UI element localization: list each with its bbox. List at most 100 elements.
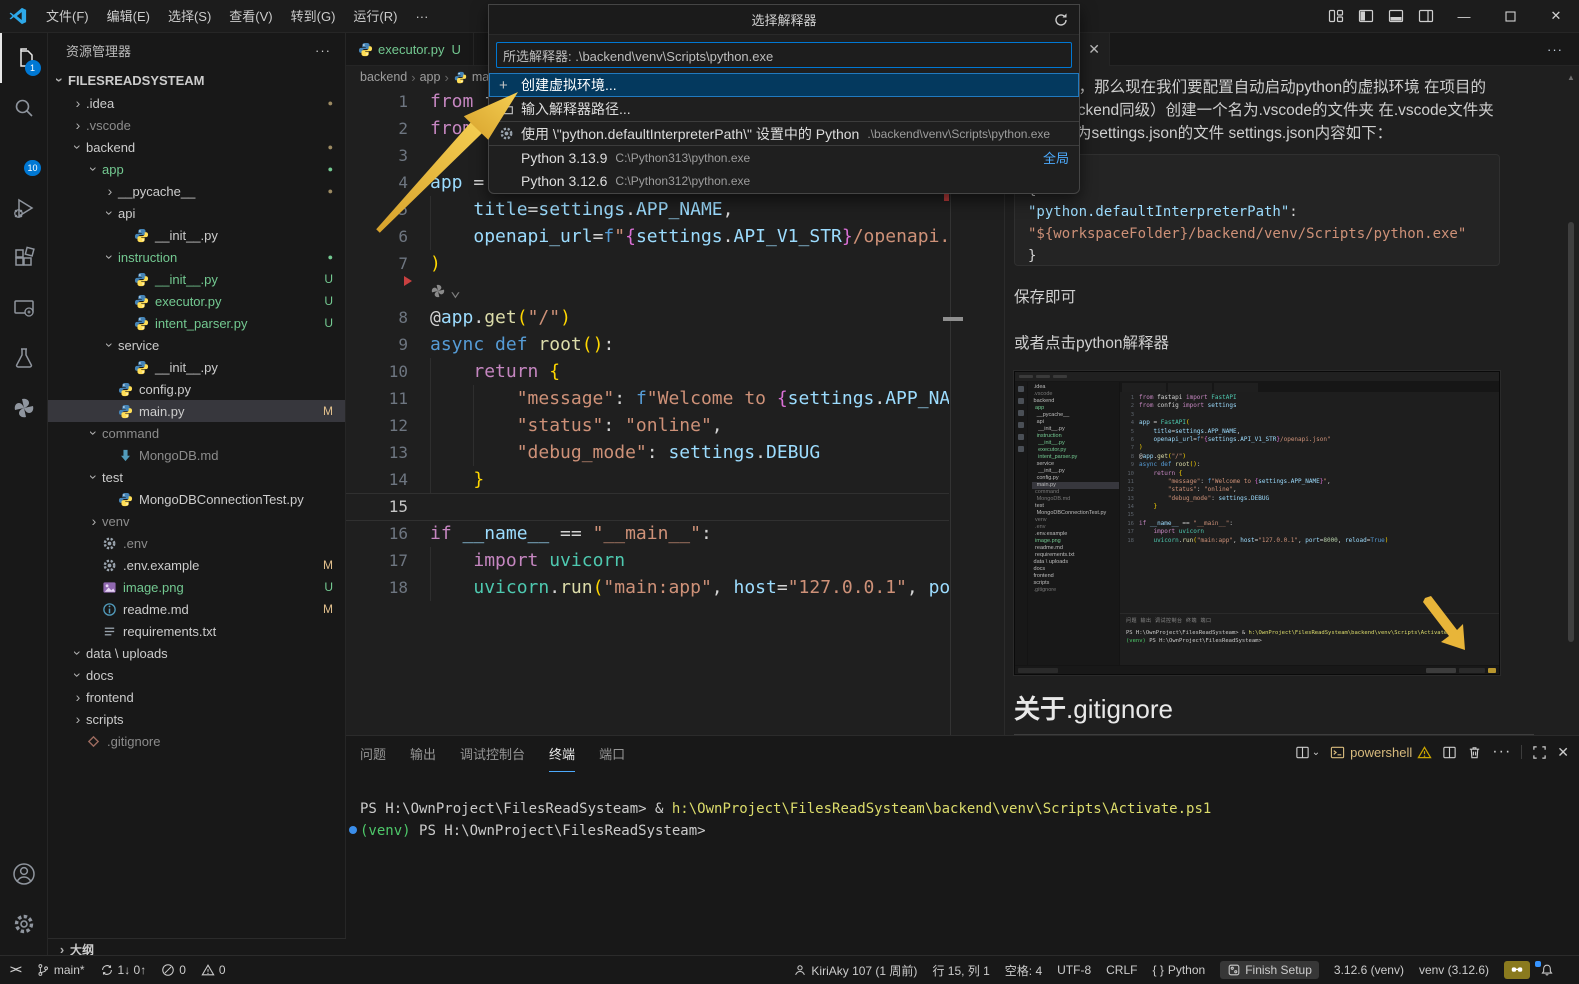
status-item-right-3[interactable]: UTF-8 (1057, 963, 1091, 977)
run-debug-icon[interactable] (0, 183, 48, 233)
search-icon[interactable] (0, 83, 48, 133)
remote-explorer-icon[interactable] (0, 283, 48, 333)
tab-executor-py[interactable]: executor.py U (346, 33, 474, 65)
status-item-right-10[interactable] (1540, 963, 1554, 977)
tree-item-__init__.py[interactable]: __init__.py (48, 356, 345, 378)
tree-item-__pycache__[interactable]: ›__pycache__● (48, 180, 345, 202)
status-item-left-0[interactable]: main* (36, 963, 85, 977)
status-item-right-5[interactable]: { }Python (1152, 963, 1205, 977)
split-terminal-icon[interactable] (1442, 745, 1457, 760)
customize-layout-icon[interactable] (1321, 0, 1351, 32)
launch-profile-button[interactable]: ⌄ (1295, 745, 1320, 760)
menu-item-3[interactable]: 查看(V) (220, 5, 281, 28)
tree-item-image.png[interactable]: image.pngU (48, 576, 345, 598)
tree-item-__init__.py[interactable]: __init__.py (48, 224, 345, 246)
quickpick-item-2[interactable]: 使用 \"python.defaultInterpreterPath\" 设置中… (489, 121, 1079, 145)
editor-scrollbar-handle[interactable] (943, 317, 963, 321)
status-item-right-1[interactable]: 行 15, 列 1 (932, 962, 989, 979)
extension-pinwheel-icon[interactable] (0, 383, 48, 433)
status-item-left-1[interactable]: 1↓ 0↑ (100, 963, 147, 977)
interpreter-input[interactable] (496, 42, 1072, 68)
maximize-button[interactable] (1487, 0, 1533, 32)
tree-item-test[interactable]: ›test (48, 466, 345, 488)
breadcrumb-item[interactable]: app (420, 70, 441, 84)
terminal-output[interactable]: PS H:\OwnProject\FilesReadSysteam> & h:\… (346, 772, 1579, 955)
toggle-panel-icon[interactable] (1381, 0, 1411, 32)
tree-item-api[interactable]: ›api (48, 202, 345, 224)
quickpick-item-4[interactable]: Python 3.12.6C:\Python312\python.exe (489, 169, 1079, 193)
preview-scrollbar[interactable]: ▲ (1566, 73, 1576, 642)
minimize-button[interactable]: — (1441, 0, 1487, 32)
kill-terminal-icon[interactable] (1467, 745, 1482, 760)
tree-item-.vscode[interactable]: ›.vscode (48, 114, 345, 136)
toggle-sidebar-icon[interactable] (1351, 0, 1381, 32)
status-item-right-0[interactable]: KiriAky 107 (1 周前) (793, 962, 917, 979)
status-item-left-2[interactable]: 0 (161, 963, 186, 977)
refresh-icon[interactable] (1053, 12, 1069, 28)
status-item-right-8[interactable]: venv (3.12.6) (1419, 963, 1489, 977)
testing-icon[interactable] (0, 333, 48, 383)
explorer-icon[interactable]: 1 (0, 33, 48, 83)
tree-item-__init__.py[interactable]: __init__.pyU (48, 268, 345, 290)
tree-root-folder[interactable]: › FILESREADSYSTEAM (48, 68, 345, 92)
close-tab-icon[interactable]: ✕ (1088, 41, 1100, 58)
status-item-right-6[interactable]: Finish Setup (1220, 961, 1319, 979)
maximize-panel-icon[interactable] (1532, 745, 1547, 760)
editor-more-actions[interactable]: ··· (1547, 42, 1563, 57)
tree-item-requirements.txt[interactable]: requirements.txt (48, 620, 345, 642)
panel-tab-端口[interactable]: 端口 (599, 736, 625, 772)
menu-item-4[interactable]: 转到(G) (282, 5, 345, 28)
tree-item-service[interactable]: ›service (48, 334, 345, 356)
status-item-right-7[interactable]: 3.12.6 (venv) (1334, 963, 1404, 977)
menu-item-0[interactable]: 文件(F) (37, 5, 98, 28)
source-control-icon[interactable]: 10 (0, 133, 48, 183)
global-link[interactable]: 全局 (1043, 148, 1069, 167)
menu-item-2[interactable]: 选择(S) (159, 5, 220, 28)
quickpick-item-1[interactable]: 输入解释器路径... (489, 97, 1079, 121)
tree-item-.idea[interactable]: ›.idea● (48, 92, 345, 114)
tree-item-intent_parser.py[interactable]: intent_parser.pyU (48, 312, 345, 334)
quickpick-item-0[interactable]: +创建虚拟环境... (489, 73, 1079, 97)
tree-item-config.py[interactable]: config.py (48, 378, 345, 400)
accounts-icon[interactable] (0, 849, 48, 899)
status-item-right-9[interactable] (1504, 961, 1530, 979)
explorer-more-actions[interactable]: ··· (315, 43, 331, 58)
inline-suggestion-icon[interactable]: ⌄ (346, 277, 1004, 304)
tree-item-datauploads[interactable]: ›data \ uploads (48, 642, 345, 664)
tree-item-readme.md[interactable]: readme.mdM (48, 598, 345, 620)
status-item-right-4[interactable]: CRLF (1106, 963, 1137, 977)
tree-item-docs[interactable]: ›docs (48, 664, 345, 686)
settings-gear-icon[interactable] (0, 899, 48, 949)
tree-item-app[interactable]: ›app● (48, 158, 345, 180)
tree-item-MongoDB.md[interactable]: MongoDB.md (48, 444, 345, 466)
tree-item-command[interactable]: ›command (48, 422, 345, 444)
tree-item-frontend[interactable]: ›frontend (48, 686, 345, 708)
tree-item-.env.example[interactable]: .env.exampleM (48, 554, 345, 576)
toggle-secondary-sidebar-icon[interactable] (1411, 0, 1441, 32)
panel-tab-调试控制台[interactable]: 调试控制台 (460, 736, 525, 772)
remote-indicator[interactable]: >< (10, 964, 21, 976)
close-panel-icon[interactable]: ✕ (1557, 744, 1569, 761)
terminal-instance[interactable]: powershell (1330, 745, 1432, 760)
menu-item-1[interactable]: 编辑(E) (98, 5, 159, 28)
quickpick-item-3[interactable]: Python 3.13.9C:\Python313\python.exe全局 (489, 145, 1079, 169)
panel-tab-问题[interactable]: 问题 (360, 736, 386, 772)
panel-more-actions[interactable]: ··· (1492, 743, 1511, 761)
tree-item-scripts[interactable]: ›scripts (48, 708, 345, 730)
panel-tab-终端[interactable]: 终端 (549, 736, 575, 772)
tree-item-.env[interactable]: .env (48, 532, 345, 554)
tree-item-instruction[interactable]: ›instruction● (48, 246, 345, 268)
close-window-button[interactable]: ✕ (1533, 0, 1579, 32)
breadcrumb-item[interactable]: backend (360, 70, 407, 84)
status-item-left-3[interactable]: 0 (201, 963, 226, 977)
menu-item-6[interactable]: ··· (406, 5, 437, 28)
status-item-right-2[interactable]: 空格: 4 (1005, 962, 1042, 979)
tree-item-backend[interactable]: ›backend● (48, 136, 345, 158)
menu-item-5[interactable]: 运行(R) (344, 5, 406, 28)
tree-item-executor.py[interactable]: executor.pyU (48, 290, 345, 312)
tree-item-.gitignore[interactable]: .gitignore (48, 730, 345, 752)
extensions-icon[interactable] (0, 233, 48, 283)
tree-item-MongoDBConnectionTest.py[interactable]: MongoDBConnectionTest.py (48, 488, 345, 510)
tree-item-main.py[interactable]: main.pyM (48, 400, 345, 422)
panel-tab-输出[interactable]: 输出 (410, 736, 436, 772)
